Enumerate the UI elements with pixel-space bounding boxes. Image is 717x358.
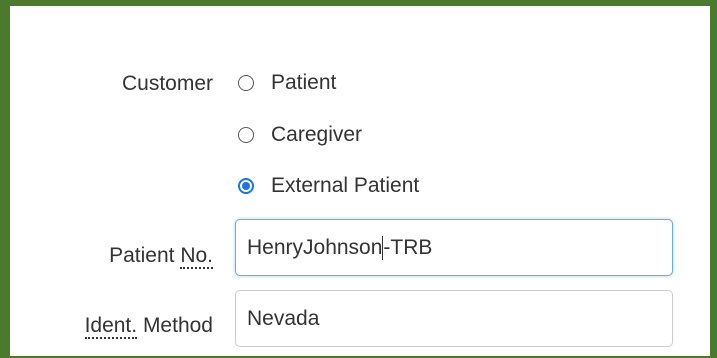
radio-label-external-patient[interactable]: External Patient bbox=[271, 174, 419, 198]
form-panel: Customer Patient Caregiver External Pati… bbox=[0, 0, 717, 358]
ident-method-label-abbr: Ident. bbox=[84, 314, 138, 339]
patient-no-label-prefix: Patient bbox=[109, 244, 181, 267]
customer-label: Customer bbox=[121, 72, 213, 95]
radio-label-patient[interactable]: Patient bbox=[271, 71, 336, 95]
radio-option-external-patient[interactable]: External Patient bbox=[238, 172, 419, 200]
radio-label-caregiver[interactable]: Caregiver bbox=[271, 123, 362, 147]
radio-button-checked-icon[interactable] bbox=[238, 178, 254, 194]
patient-no-value-before-caret: HenryJohnson bbox=[247, 235, 383, 259]
patient-no-label: Patient No. bbox=[109, 244, 213, 269]
ident-method-label-suffix: Method bbox=[137, 314, 213, 337]
patient-no-input[interactable]: HenryJohnson -TRB bbox=[235, 219, 673, 276]
radio-button-unchecked-icon[interactable] bbox=[238, 75, 254, 91]
radio-option-caregiver[interactable]: Caregiver bbox=[238, 121, 362, 149]
ident-method-label: Ident. Method bbox=[84, 314, 213, 339]
patient-no-value-after-caret: -TRB bbox=[383, 235, 433, 259]
ident-method-input[interactable]: Nevada bbox=[235, 290, 673, 347]
ident-method-value: Nevada bbox=[247, 306, 320, 330]
radio-option-patient[interactable]: Patient bbox=[238, 69, 336, 97]
radio-dot bbox=[242, 182, 250, 190]
patient-no-label-abbr: No. bbox=[180, 244, 213, 269]
radio-button-unchecked-icon[interactable] bbox=[238, 127, 254, 143]
